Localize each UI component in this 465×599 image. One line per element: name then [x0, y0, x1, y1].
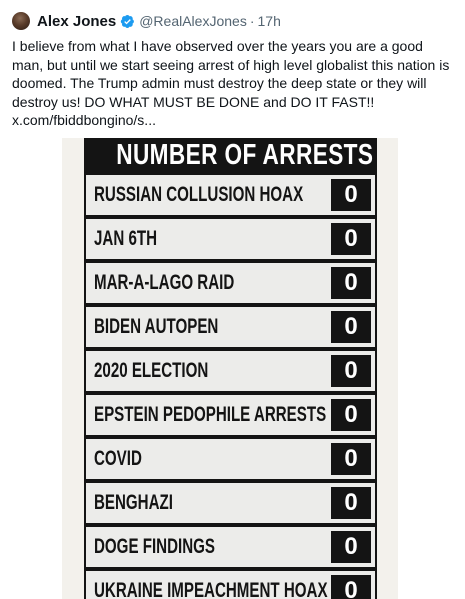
row-count: 0 — [331, 355, 371, 387]
row-count: 0 — [331, 223, 371, 255]
board-row: 2020 ELECTION 0 — [86, 351, 375, 391]
board-row: BENGHAZI 0 — [86, 483, 375, 523]
author-name[interactable]: Alex Jones — [37, 13, 116, 30]
author-handle[interactable]: @RealAlexJones — [139, 13, 247, 29]
tweet-text: I believe from what I have observed over… — [12, 38, 454, 110]
verified-badge-icon — [120, 14, 135, 29]
avatar[interactable] — [12, 12, 30, 30]
row-count: 0 — [331, 311, 371, 343]
row-label: BENGHAZI — [94, 491, 173, 514]
row-label: DOGE FINDINGS — [94, 535, 215, 558]
board-row: BIDEN AUTOPEN 0 — [86, 307, 375, 347]
board-row: DOGE FINDINGS 0 — [86, 527, 375, 567]
board-row: UKRAINE IMPEACHMENT HOAX 0 — [86, 571, 375, 599]
row-label: JAN 6TH — [94, 227, 158, 250]
row-count: 0 — [331, 531, 371, 563]
row-count: 0 — [331, 179, 371, 211]
arrests-board: NUMBER OF ARRESTS RUSSIAN COLLUSION HOAX… — [84, 138, 377, 599]
row-count: 0 — [331, 487, 371, 519]
row-count: 0 — [331, 575, 371, 599]
board-row: JAN 6TH 0 — [86, 219, 375, 259]
tweet-header: Alex Jones @RealAlexJones · 17h — [12, 10, 281, 32]
row-count: 0 — [331, 443, 371, 475]
tweet-media-image[interactable]: NUMBER OF ARRESTS RUSSIAN COLLUSION HOAX… — [62, 138, 398, 599]
row-label: RUSSIAN COLLUSION HOAX — [94, 183, 304, 206]
tweet[interactable]: Alex Jones @RealAlexJones · 17h I believ… — [0, 0, 465, 599]
board-row: COVID 0 — [86, 439, 375, 479]
separator-dot: · — [249, 13, 255, 29]
board-title: NUMBER OF ARRESTS — [116, 138, 374, 172]
row-count: 0 — [331, 267, 371, 299]
row-label: 2020 ELECTION — [94, 359, 209, 382]
row-label: UKRAINE IMPEACHMENT HOAX — [94, 579, 328, 599]
tweet-link[interactable]: x.com/fbiddbongino/s... — [12, 111, 156, 129]
row-label: BIDEN AUTOPEN — [94, 315, 219, 338]
board-row: EPSTEIN PEDOPHILE ARRESTS 0 — [86, 395, 375, 435]
row-count: 0 — [331, 399, 371, 431]
timestamp[interactable]: 17h — [258, 13, 281, 29]
board-row: MAR-A-LAGO RAID 0 — [86, 263, 375, 303]
row-label: MAR-A-LAGO RAID — [94, 271, 235, 294]
board-row: RUSSIAN COLLUSION HOAX 0 — [86, 175, 375, 215]
board-rows: RUSSIAN COLLUSION HOAX 0 JAN 6TH 0 MAR-A… — [86, 175, 375, 599]
row-label: COVID — [94, 447, 142, 470]
row-label: EPSTEIN PEDOPHILE ARRESTS — [94, 403, 327, 426]
